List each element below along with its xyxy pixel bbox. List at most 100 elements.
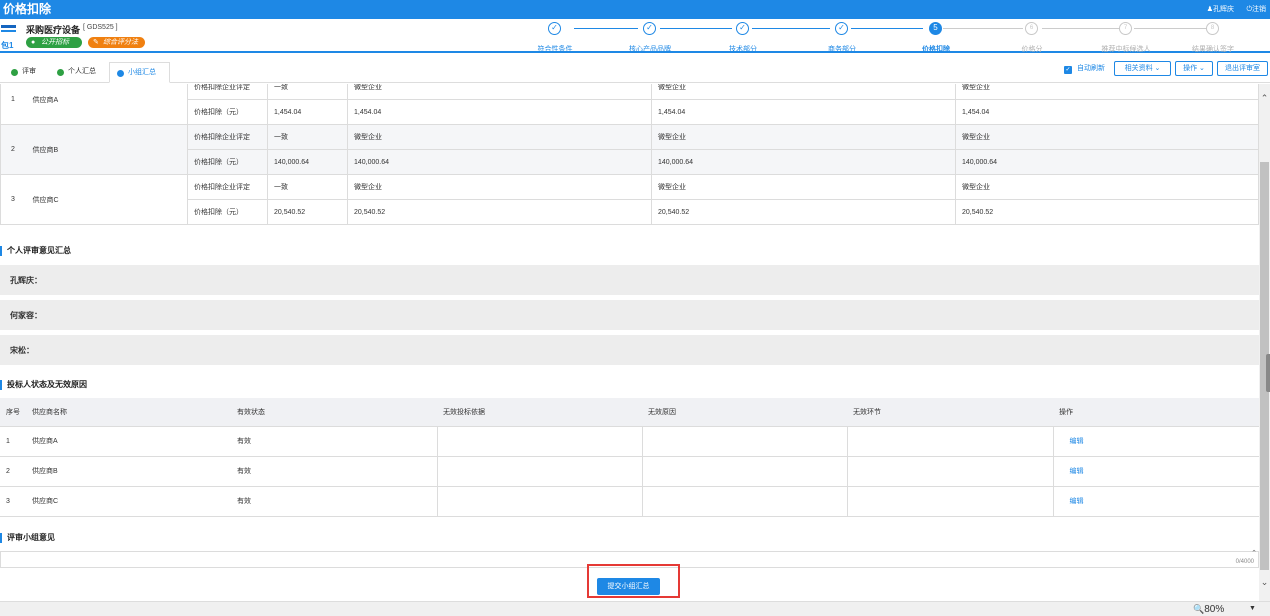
app-title: 价格扣除 [3, 2, 52, 16]
status-dot-icon [57, 69, 64, 76]
price-deduction-table: 1 供应商A 价格扣除企业评定 一致 微型企业 微型企业 微型企业 价格扣除（元… [0, 84, 1259, 225]
checkbox-checked-icon: ✓ [1064, 66, 1072, 74]
item-label: 价格扣除（元） [187, 199, 268, 225]
table-row: 1 供应商A 价格扣除企业评定 一致 微型企业 微型企业 微型企业 [0, 84, 1259, 125]
scroll-down-icon[interactable]: ⌄ [1259, 578, 1270, 587]
char-counter: 0/4000 [1235, 559, 1254, 565]
table-row: 2 供应商B 价格扣除企业评定 一致 微型企业 微型企业 微型企业 [0, 124, 1259, 175]
invalid-basis [437, 426, 643, 457]
table-header-row: 序号 供应商名称 有效状态 无效投标依据 无效原因 无效环节 操作 [0, 398, 1259, 427]
row-seq: 1 [0, 426, 26, 457]
table-row: 价格扣除（元） 140,000.64 140,000.64 140,000.64… [1, 149, 1259, 175]
dropdown-label: 相关资料 [1124, 65, 1153, 72]
logout-button[interactable]: ⏻注销 [1246, 5, 1266, 15]
step-label: 价格分 [1021, 46, 1043, 53]
invalid-basis [437, 486, 643, 517]
supplier-name: 供应商A [26, 426, 231, 457]
auto-refresh-label: 自动刷新 [1077, 65, 1105, 72]
table-row: 3 供应商C 有效 编辑 [0, 486, 1259, 517]
zoom-control[interactable]: 🔍80% [1193, 604, 1224, 615]
invalid-stage [847, 486, 1054, 517]
cell-value: 微型企业 [347, 84, 652, 100]
supplier-name: 供应商C [26, 486, 231, 517]
cell-value: 140,000.64 [955, 149, 1259, 175]
supplier-name: 供应商A [26, 84, 188, 125]
valid-status: 有效 [231, 486, 438, 517]
valid-status: 有效 [231, 456, 438, 487]
cell-value: 微型企业 [651, 124, 956, 150]
caret-down-icon[interactable]: ▼ [1249, 605, 1256, 612]
reviewer-name: 何家容： [10, 311, 42, 320]
cell-value: 1,454.04 [651, 99, 956, 125]
bidder-status-section-title: 投标人状态及无效原因 [0, 380, 87, 390]
tab-review[interactable]: 评审 [4, 62, 47, 83]
project-icon [1, 25, 16, 35]
cell-value: 20,540.52 [955, 199, 1259, 225]
status-dot-icon [117, 70, 124, 77]
edit-link[interactable]: 编辑 [1053, 456, 1259, 487]
table-row: 价格扣除（元） 1,454.04 1,454.04 1,454.04 1,454… [1, 99, 1259, 125]
step-connector [574, 28, 638, 29]
cell-value: 一致 [267, 124, 348, 150]
auto-refresh-checkbox[interactable]: ✓ 自动刷新 [1064, 64, 1105, 74]
tab-label: 小组汇总 [128, 69, 156, 76]
tab-group-summary[interactable]: 小组汇总 [109, 62, 170, 83]
step-label: 符合性条件 [537, 46, 573, 53]
step-number: 7 [1119, 22, 1132, 35]
column-header: 无效环节 [847, 398, 1053, 427]
reviewer-name: 孔辉庆： [10, 276, 42, 285]
row-seq: 3 [0, 486, 26, 517]
cell-value: 一致 [267, 84, 348, 100]
check-icon: ✓ [835, 22, 848, 35]
exit-review-room-button[interactable]: 退出评审室 [1217, 61, 1268, 76]
step-label: 结果确认签字 [1192, 46, 1234, 53]
row-seq: 1 [0, 84, 27, 125]
cell-value: 140,000.64 [267, 149, 348, 175]
edit-link[interactable]: 编辑 [1053, 486, 1259, 517]
step-number: 6 [1025, 22, 1038, 35]
related-materials-dropdown[interactable]: 相关资料 ⌄ [1114, 61, 1171, 76]
reviewer-name: 宋松： [10, 346, 34, 355]
cell-value: 微型企业 [347, 174, 652, 200]
zoom-level: 80% [1204, 604, 1225, 615]
operate-dropdown[interactable]: 操作 ⌄ [1175, 61, 1213, 76]
evaluation-method-badge: ✎ 综合评分法 [88, 37, 145, 48]
cell-value: 微型企业 [651, 84, 956, 100]
step-connector [752, 28, 830, 29]
step-label: 商务部分 [828, 46, 856, 53]
cell-value: 1,454.04 [347, 99, 652, 125]
user-menu[interactable]: ♟孔辉庆 [1207, 5, 1234, 15]
procurement-method-badge: ● 公开招标 [26, 37, 82, 48]
column-header: 无效投标依据 [437, 398, 642, 427]
column-header: 序号 [0, 398, 26, 427]
tab-label: 评审 [22, 68, 36, 75]
item-label: 价格扣除（元） [187, 99, 268, 125]
tab-bar: 评审 个人汇总 小组汇总 ✓ 自动刷新 相关资料 ⌄ 操作 ⌄ 退出评审室 [0, 55, 1270, 83]
edit-link[interactable]: 编辑 [1053, 426, 1259, 457]
item-label: 价格扣除企业评定 [187, 84, 268, 100]
chevron-down-icon: ⌄ [1154, 65, 1161, 72]
table-row: 1 供应商A 有效 编辑 [0, 426, 1259, 457]
scroll-up-icon[interactable]: ⌃ [1259, 94, 1270, 103]
cell-value: 140,000.64 [651, 149, 956, 175]
main-content: 1 供应商A 价格扣除企业评定 一致 微型企业 微型企业 微型企业 价格扣除（元… [0, 84, 1259, 601]
cell-value: 20,540.52 [651, 199, 956, 225]
badge-text: 综合评分法 [103, 39, 138, 46]
item-label: 价格扣除（元） [187, 149, 268, 175]
status-dot-icon [11, 69, 18, 76]
invalid-reason [642, 426, 848, 457]
cell-value: 微型企业 [347, 124, 652, 150]
side-drawer-handle[interactable] [1266, 354, 1270, 392]
step-connector [851, 28, 923, 29]
step-connector [943, 28, 1023, 29]
supplier-name: 供应商B [26, 124, 188, 175]
group-opinion-section-title: 评审小组意见 [0, 533, 55, 543]
step-number: 8 [1206, 22, 1219, 35]
cell-value: 微型企业 [955, 124, 1259, 150]
resize-icon[interactable]: ⌃ [1251, 550, 1257, 558]
vertical-scrollbar[interactable]: ⌃ ⌄ [1259, 84, 1270, 601]
badge-text: 公开招标 [41, 39, 69, 46]
tab-personal-summary[interactable]: 个人汇总 [50, 62, 106, 83]
cell-value: 微型企业 [955, 84, 1259, 100]
submit-group-summary-button[interactable]: 提交小组汇总 [597, 578, 660, 595]
